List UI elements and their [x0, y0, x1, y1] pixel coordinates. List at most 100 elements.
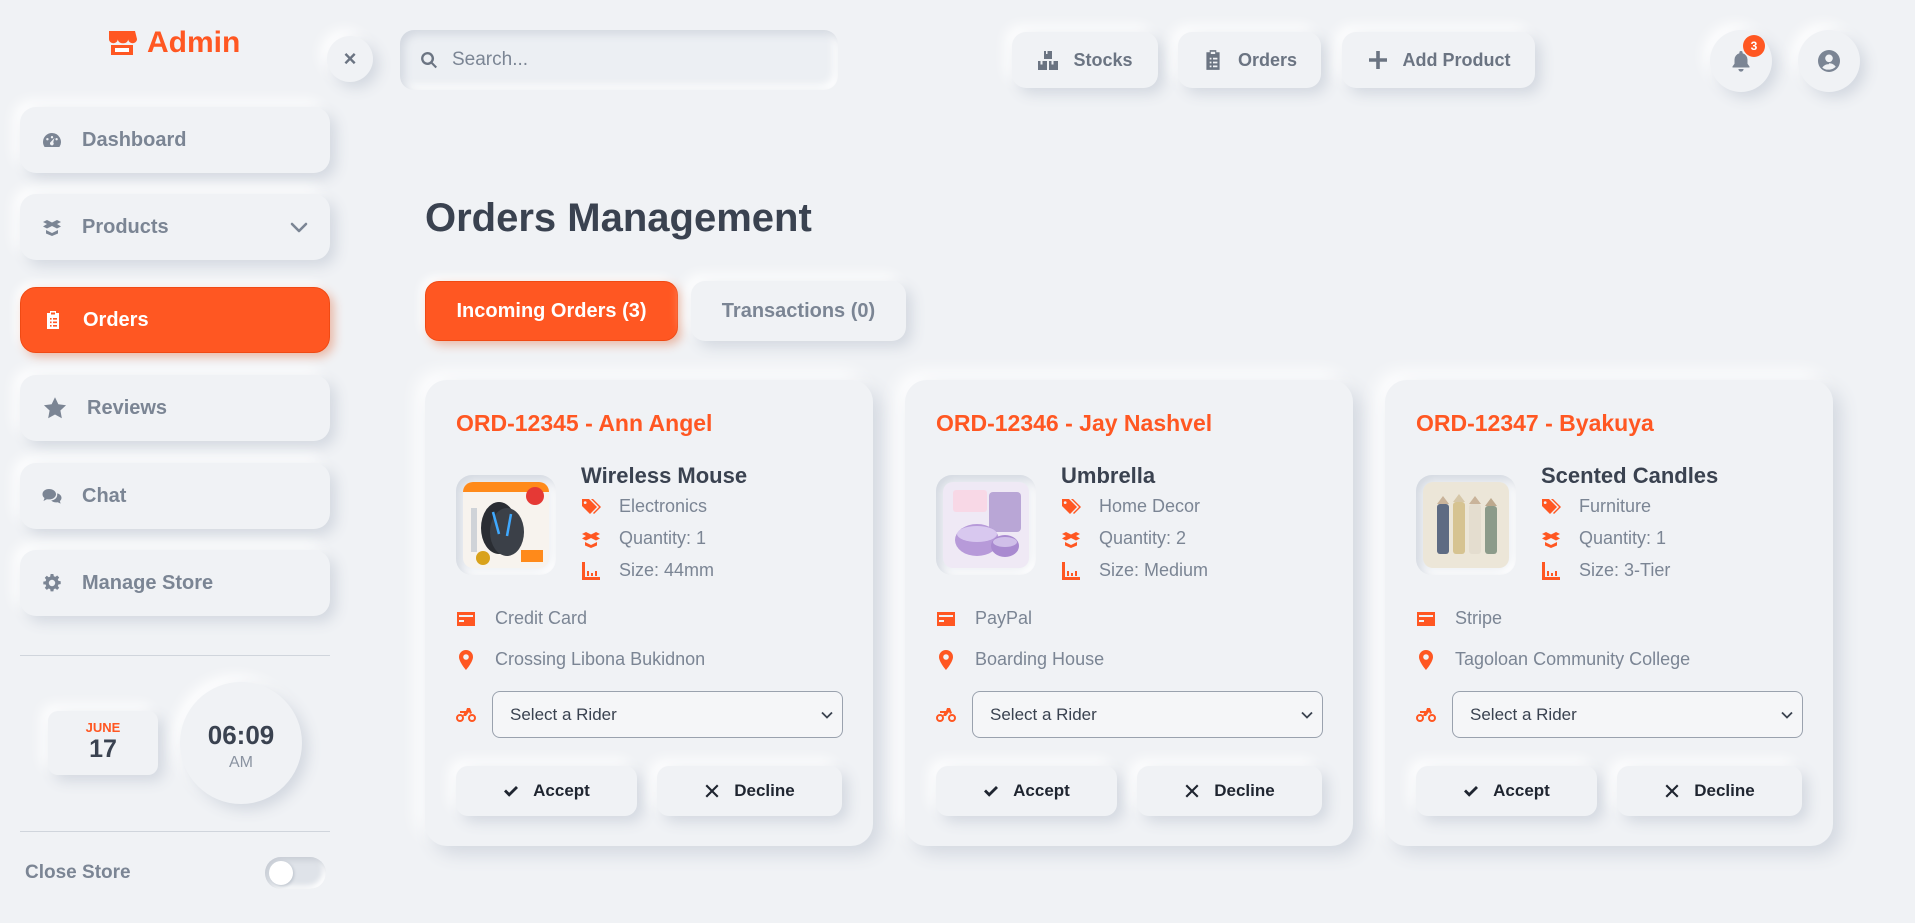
date-card: JUNE 17: [48, 711, 158, 775]
sidebar-divider: [20, 655, 330, 656]
ruler-icon: [582, 561, 600, 580]
order-id: ORD-12347 - Byakuya: [1416, 410, 1654, 436]
user-circle-icon: [1818, 50, 1840, 72]
product-thumbnail: [936, 475, 1036, 575]
order-card: ORD-12345 - Ann Angel Wireless Mouse Ele…: [425, 380, 873, 846]
tags-icon: [1062, 498, 1081, 514]
product-thumbnail: [456, 475, 556, 575]
chat-icon: [42, 489, 62, 504]
product-quantity: Quantity: 1: [581, 528, 706, 549]
product-thumbnail: [1416, 475, 1516, 575]
search-bar[interactable]: [400, 30, 838, 90]
delivery-address: Tagoloan Community College: [1416, 649, 1690, 670]
brand-logo[interactable]: Admin: [107, 26, 240, 60]
product-quantity: Quantity: 1: [1541, 528, 1666, 549]
motorcycle-icon: [1416, 708, 1436, 722]
chevron-down-icon: [1301, 711, 1313, 719]
notification-badge: 3: [1743, 35, 1765, 57]
sidebar-item-label: Orders: [83, 308, 149, 331]
sidebar-divider: [20, 831, 330, 832]
plus-icon: [1368, 51, 1387, 69]
sidebar-item-label: Manage Store: [82, 571, 214, 594]
product-quantity: Quantity: 2: [1061, 528, 1186, 549]
tab-incoming-orders[interactable]: Incoming Orders (3): [425, 281, 678, 341]
wireless-mouse-image: [463, 482, 549, 568]
ruler-icon: [1542, 561, 1560, 580]
product-size: Size: 44mm: [581, 560, 714, 581]
map-pin-icon: [459, 649, 473, 670]
box-icon: [1542, 531, 1560, 548]
order-card: ORD-12347 - Byakuya Scented Candles Furn…: [1385, 380, 1833, 846]
rider-select[interactable]: Select a Rider: [972, 691, 1323, 738]
check-icon: [504, 786, 519, 797]
rider-select[interactable]: Select a Rider: [492, 691, 843, 738]
order-id: ORD-12346 - Jay Nashvel: [936, 410, 1213, 436]
profile-button[interactable]: [1798, 30, 1860, 92]
add-product-label: Add Product: [1402, 49, 1511, 70]
rider-select[interactable]: Select a Rider: [1452, 691, 1803, 738]
credit-card-icon: [1417, 611, 1435, 626]
accept-button[interactable]: Accept: [1416, 766, 1597, 816]
close-icon: ×: [343, 46, 357, 71]
sidebar-item-reviews[interactable]: Reviews: [20, 375, 330, 441]
check-icon: [1464, 786, 1479, 797]
delivery-address: Boarding House: [936, 649, 1104, 670]
sidebar-close-button[interactable]: ×: [327, 36, 373, 82]
sidebar-item-manage-store[interactable]: Manage Store: [20, 550, 330, 616]
sidebar: Admin Dashboard Products Orders Reviews …: [0, 0, 345, 923]
accept-button[interactable]: Accept: [936, 766, 1117, 816]
decline-button[interactable]: Decline: [1137, 766, 1322, 816]
sidebar-item-label: Reviews: [87, 396, 168, 419]
product-size: Size: Medium: [1061, 560, 1208, 581]
page-title: Orders Management: [425, 196, 812, 240]
close-store-label: Close Store: [25, 862, 131, 883]
order-id: ORD-12345 - Ann Angel: [456, 410, 713, 436]
box-icon: [582, 531, 600, 548]
product-name: Umbrella: [1061, 463, 1156, 488]
tags-icon: [582, 498, 601, 514]
tab-label: Transactions (0): [721, 299, 876, 322]
store-icon: [109, 31, 137, 55]
accept-button[interactable]: Accept: [456, 766, 637, 816]
clock-ampm: AM: [229, 754, 253, 771]
product-size: Size: 3-Tier: [1541, 560, 1670, 581]
clock: 06:09 AM: [180, 682, 302, 804]
stocks-button[interactable]: Stocks: [1012, 32, 1158, 88]
star-icon: [43, 397, 67, 419]
close-store-toggle[interactable]: [265, 857, 326, 889]
sidebar-item-dashboard[interactable]: Dashboard: [20, 107, 330, 173]
product-name: Wireless Mouse: [581, 463, 748, 488]
tab-transactions[interactable]: Transactions (0): [691, 281, 906, 341]
gauge-icon: [43, 133, 61, 147]
chevron-down-icon: [1781, 711, 1793, 719]
x-icon: [1185, 784, 1199, 798]
product-name: Scented Candles: [1541, 463, 1719, 488]
chevron-down-icon[interactable]: [290, 218, 308, 236]
decline-button[interactable]: Decline: [657, 766, 842, 816]
sidebar-item-products[interactable]: Products: [20, 194, 330, 260]
gear-icon: [43, 574, 61, 592]
search-input[interactable]: [452, 49, 812, 71]
chevron-down-icon: [821, 711, 833, 719]
motorcycle-icon: [456, 708, 476, 722]
add-product-button[interactable]: Add Product: [1342, 32, 1535, 88]
clipboard-icon: [47, 311, 59, 329]
sidebar-item-label: Dashboard: [82, 128, 187, 151]
sidebar-item-chat[interactable]: Chat: [20, 463, 330, 529]
scented-candles-image: [1423, 482, 1509, 568]
x-icon: [705, 784, 719, 798]
map-pin-icon: [1419, 649, 1433, 670]
orders-button[interactable]: Orders: [1178, 32, 1321, 88]
date-month: JUNE: [85, 720, 121, 735]
payment-method: Stripe: [1416, 608, 1502, 629]
x-icon: [1665, 784, 1679, 798]
date-day: 17: [89, 735, 117, 763]
umbrella-image: [943, 482, 1029, 568]
box-icon: [1062, 531, 1080, 548]
credit-card-icon: [937, 611, 955, 626]
sidebar-item-orders[interactable]: Orders: [20, 287, 330, 353]
decline-button[interactable]: Decline: [1617, 766, 1802, 816]
credit-card-icon: [457, 611, 475, 626]
stocks-label: Stocks: [1073, 49, 1133, 70]
ruler-icon: [1062, 561, 1080, 580]
